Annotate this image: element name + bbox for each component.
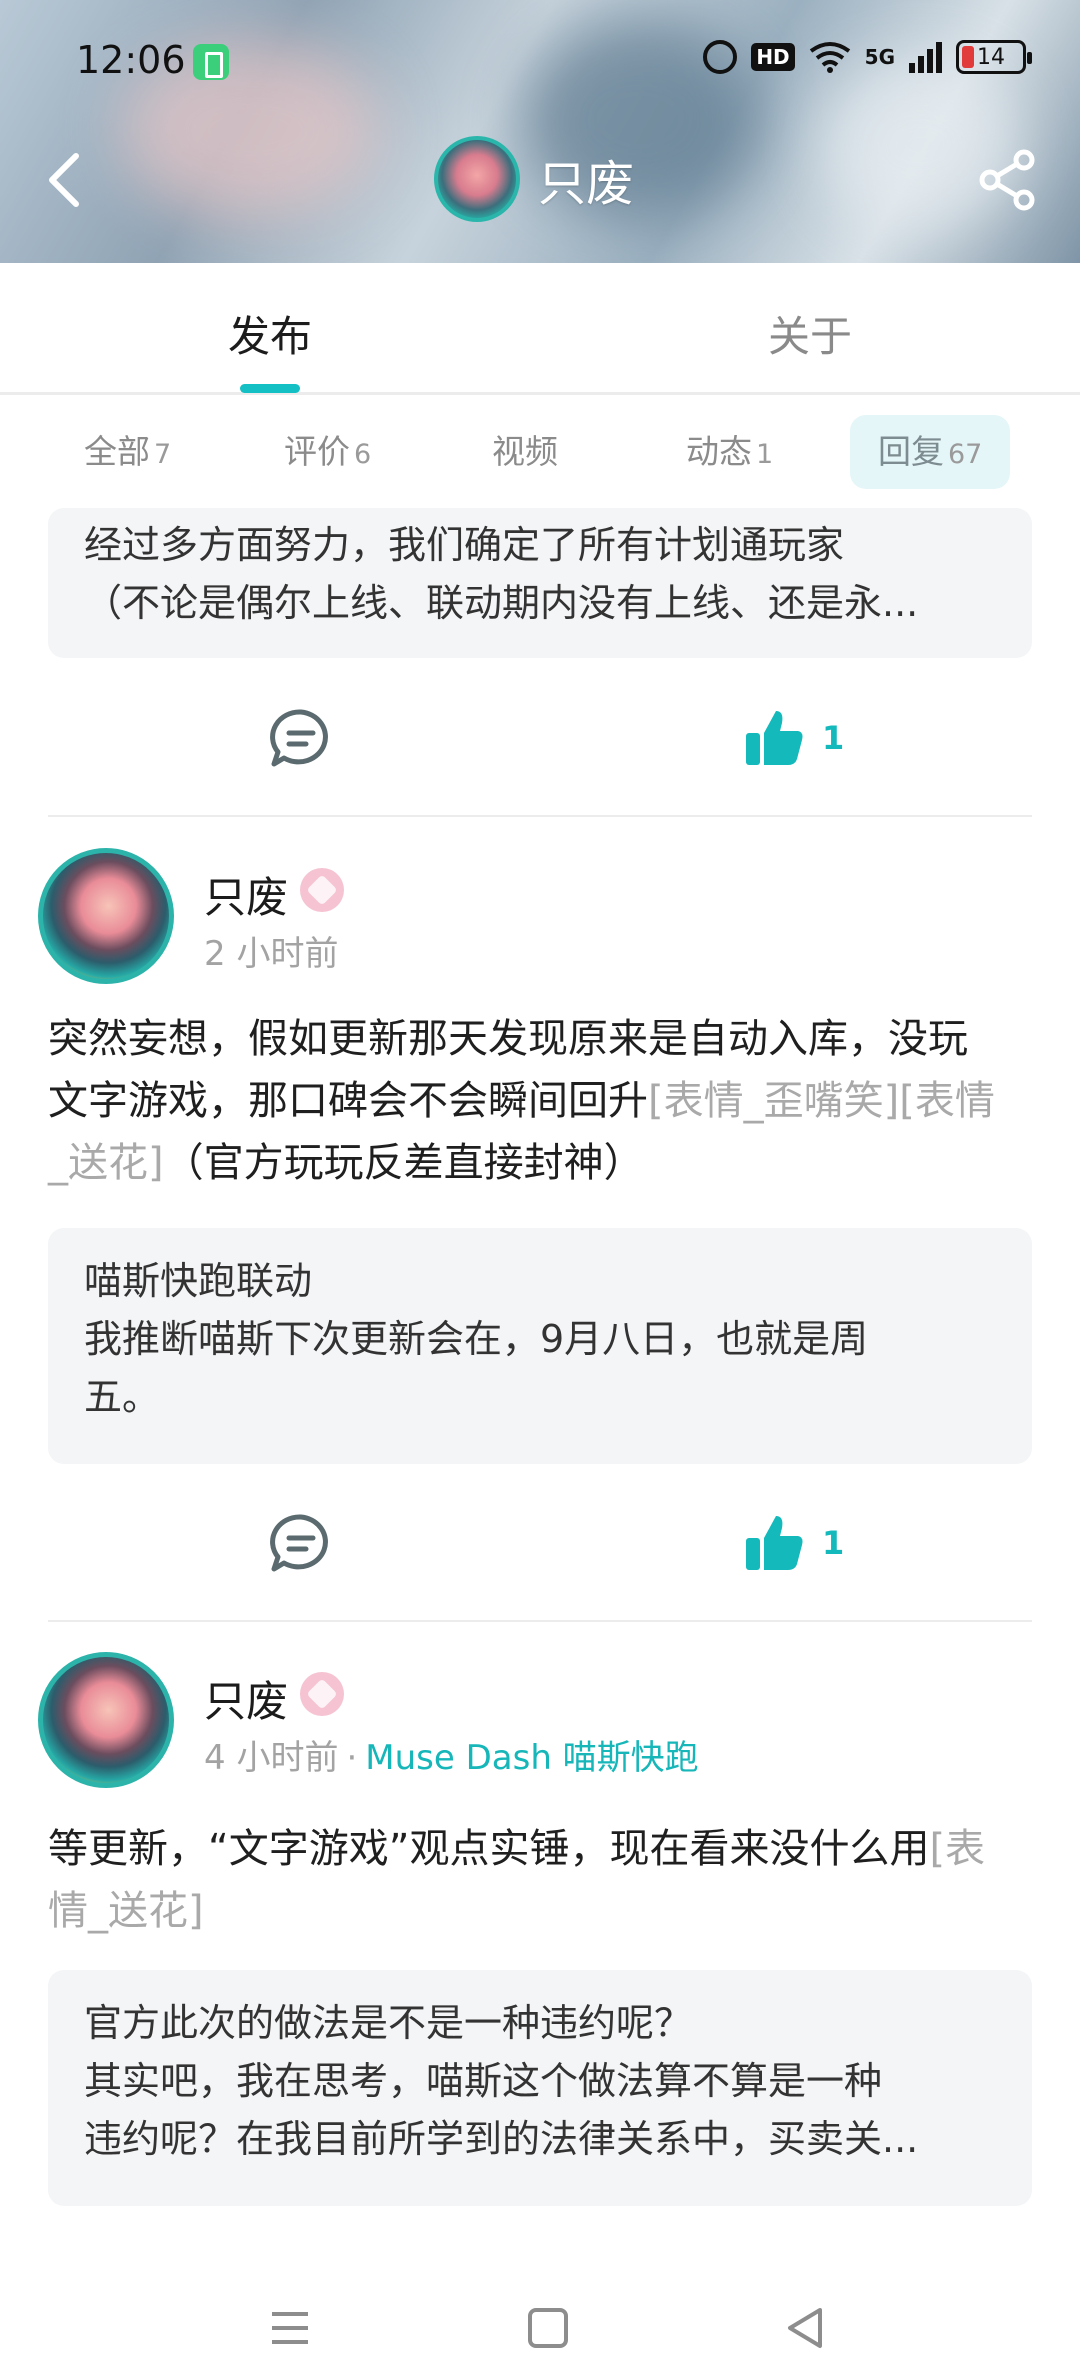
post-text: 文字游戏，那口碑会不会瞬间回升	[48, 1078, 648, 1124]
subtab-label: 动态	[686, 432, 752, 471]
post-text: 等更新，“文字游戏”观点实锤，现在看来没什么用	[48, 1826, 930, 1872]
quoted-post-card[interactable]: 喵斯快跑联动 我推断喵斯下次更新会在，9月八日，也就是周 五。	[48, 1228, 1032, 1464]
post-time: 4 小时前	[204, 1738, 339, 1778]
post-header: 只废 2 小时前	[38, 848, 1038, 988]
like-count: 1	[822, 1524, 845, 1562]
status-time: 12:06	[76, 38, 186, 82]
quote-title: 喵斯快跑联动	[84, 1259, 313, 1303]
subtab-label: 全部	[84, 432, 150, 471]
avatar	[434, 136, 520, 222]
status-icons: HD 5G 14	[703, 40, 1032, 74]
battery-saver-icon	[193, 44, 229, 80]
post-text-line: _送花]（官方玩玩反差直接封神）	[48, 1132, 1038, 1194]
thumbs-up-icon	[746, 711, 803, 765]
subtab-label: 回复	[878, 432, 944, 471]
wifi-icon	[809, 42, 850, 73]
system-nav-bar	[0, 2280, 1080, 2376]
post-content[interactable]: 突然妄想，假如更新那天发现原来是自动入库，没玩 文字游戏，那口碑会不会瞬间回升[…	[48, 1008, 1038, 1194]
quote-line: 五。	[84, 1375, 161, 1419]
subtab-count: 7	[154, 439, 172, 470]
tab-about[interactable]: 关于	[768, 303, 852, 364]
emoji-placeholder: 情_送花]	[48, 1888, 204, 1934]
subtab-label: 评价	[284, 432, 350, 471]
home-icon[interactable]	[518, 2298, 578, 2358]
main-tabs: 发布 关于	[0, 263, 1080, 395]
header-title-group: 只废	[434, 136, 634, 222]
user-badge-icon	[300, 868, 344, 912]
quoted-post-card[interactable]: 官方此次的做法是不是一种违约呢？ 其实吧，我在思考，喵斯这个做法算不算是一种 违…	[48, 1970, 1032, 2206]
subtab-all[interactable]: 全部 7	[84, 415, 171, 489]
quote-line: 经过多方面努力，我们确定了所有计划通玩家	[84, 523, 845, 567]
quote-line: （不论是偶尔上线、联动期内没有上线、还是永...	[84, 581, 919, 625]
subtab-moments[interactable]: 动态 1	[686, 415, 773, 489]
battery-icon: 14	[956, 40, 1032, 74]
emoji-placeholder: [表情_歪嘴笑][表情	[648, 1078, 995, 1124]
post-time: 2 小时前	[204, 934, 339, 974]
like-button[interactable]: 1	[744, 703, 844, 773]
like-button[interactable]: 1	[744, 1508, 844, 1578]
comment-button[interactable]	[268, 703, 334, 773]
network-type-icon: 5G	[864, 45, 895, 69]
signal-icon	[909, 41, 942, 73]
hd-icon: HD	[751, 43, 795, 71]
post-meta: 4 小时前 · Muse Dash 喵斯快跑	[204, 1730, 699, 1779]
battery-level: 14	[977, 44, 1005, 70]
like-count: 1	[822, 719, 845, 757]
avatar[interactable]	[38, 1652, 174, 1788]
page-title: 只废	[538, 156, 635, 212]
back-icon[interactable]	[776, 2298, 836, 2358]
author-name[interactable]: 只废	[204, 1668, 288, 1729]
quoted-post-card[interactable]: 经过多方面努力，我们确定了所有计划通玩家 （不论是偶尔上线、联动期内没有上线、还…	[48, 508, 1032, 658]
thumbs-up-icon	[746, 1516, 803, 1570]
subtab-reviews[interactable]: 评价 6	[284, 415, 371, 489]
post-text-line: 等更新，“文字游戏”观点实锤，现在看来没什么用[表	[48, 1818, 1038, 1880]
post-text-line: 突然妄想，假如更新那天发现原来是自动入库，没玩	[48, 1016, 968, 1062]
share-icon[interactable]	[976, 148, 1040, 212]
divider	[48, 1620, 1032, 1622]
comment-button[interactable]	[268, 1508, 334, 1578]
meta-separator: ·	[346, 1738, 358, 1778]
subtab-replies[interactable]: 回复 67	[850, 415, 1011, 489]
user-badge-icon	[300, 1672, 344, 1716]
post-text-line: 文字游戏，那口碑会不会瞬间回升[表情_歪嘴笑][表情	[48, 1070, 1038, 1132]
subtab-videos[interactable]: 视频	[492, 415, 562, 489]
subtab-count: 6	[354, 439, 372, 470]
subtab-count: 67	[948, 439, 983, 470]
sub-tabs: 全部 7 评价 6 视频 动态 1 回复 67	[0, 415, 1080, 491]
game-link[interactable]: Muse Dash 喵斯快跑	[365, 1738, 698, 1778]
alarm-icon	[703, 40, 738, 74]
comment-icon	[270, 1514, 328, 1572]
tab-publish[interactable]: 发布	[228, 303, 312, 364]
quote-line: 其实吧，我在思考，喵斯这个做法算不算是一种	[84, 2059, 883, 2103]
subtab-count: 1	[756, 439, 774, 470]
post-header: 只废 4 小时前 · Muse Dash 喵斯快跑	[38, 1652, 1038, 1792]
back-arrow-icon[interactable]	[40, 150, 90, 210]
quote-line: 我推断喵斯下次更新会在，9月八日，也就是周	[84, 1317, 869, 1361]
quote-line: 违约呢？在我目前所学到的法律关系中，买卖关...	[84, 2117, 919, 2161]
post-content[interactable]: 等更新，“文字游戏”观点实锤，现在看来没什么用[表 情_送花]	[48, 1818, 1038, 1942]
avatar[interactable]	[38, 848, 174, 984]
emoji-placeholder: [表	[929, 1826, 986, 1872]
comment-icon	[270, 709, 328, 767]
divider	[48, 815, 1032, 817]
profile-header: 12:06 HD 5G 14 只废	[0, 0, 1080, 263]
subtab-label: 视频	[492, 432, 558, 471]
post-text: （官方玩玩反差直接封神）	[163, 1140, 644, 1186]
menu-icon[interactable]	[260, 2298, 320, 2358]
status-bar: 12:06 HD 5G 14	[0, 38, 1080, 88]
emoji-placeholder: _送花]	[48, 1140, 164, 1186]
author-name[interactable]: 只废	[204, 864, 288, 925]
tab-indicator	[240, 384, 300, 393]
quote-title: 官方此次的做法是不是一种违约呢？	[84, 2001, 693, 2045]
